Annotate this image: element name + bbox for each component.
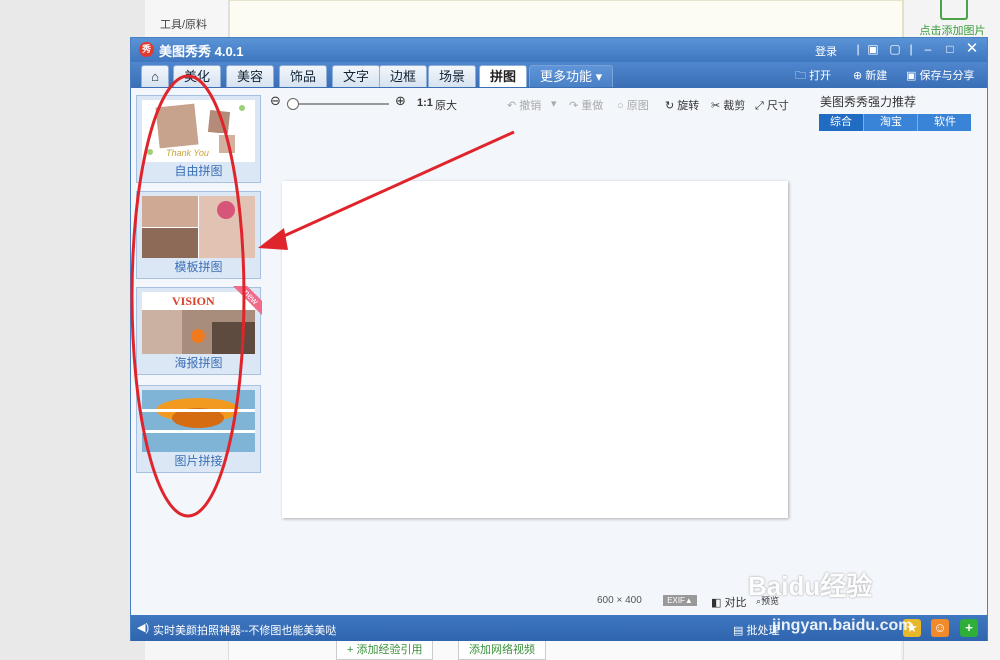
- annotation-arrow-line: [274, 130, 515, 242]
- baidu-watermark: Baidu经验: [748, 571, 873, 601]
- highlight-ellipse: [130, 74, 246, 518]
- annotation-overlay: [130, 74, 515, 518]
- annotation-arrow-head: [258, 228, 288, 250]
- baidu-watermark-url: jingyan.baidu.com: [772, 617, 913, 634]
